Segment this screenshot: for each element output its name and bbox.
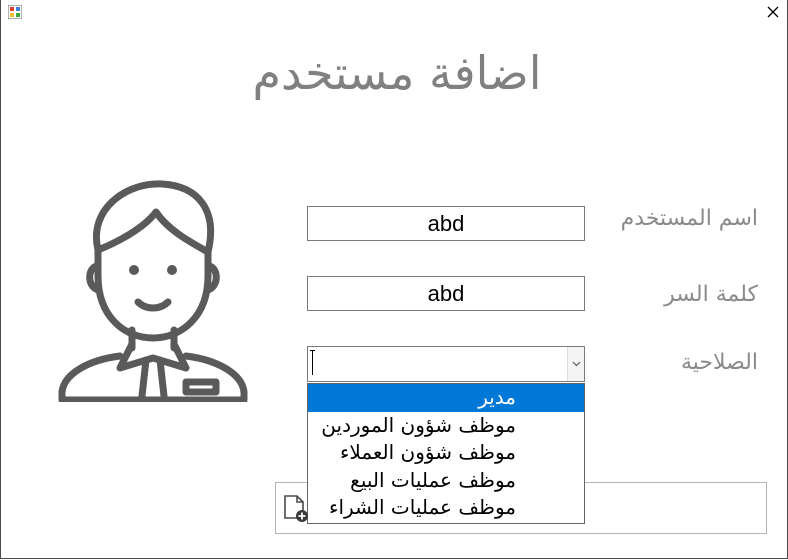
username-field[interactable] xyxy=(307,206,585,241)
chevron-down-icon xyxy=(572,361,580,367)
role-option-sales-staff[interactable]: موظف عمليات البيع xyxy=(308,467,584,495)
role-combobox[interactable] xyxy=(307,346,585,382)
username-label: اسم المستخدم xyxy=(620,206,758,231)
user-avatar-icon xyxy=(58,180,248,402)
close-icon xyxy=(767,6,779,18)
role-option-purchases-staff[interactable]: موظف عمليات الشراء xyxy=(308,494,584,522)
role-dropdown-list: مدير موظف شؤون الموردين موظف شؤون العملا… xyxy=(307,383,585,524)
role-dropdown-button[interactable] xyxy=(567,347,584,381)
close-button[interactable] xyxy=(758,0,788,24)
role-option-suppliers-staff[interactable]: موظف شؤون الموردين xyxy=(308,412,584,440)
page-title: اضافة مستخدم xyxy=(252,46,542,100)
password-label: كلمة السر xyxy=(664,282,758,307)
role-option-manager[interactable]: مدير xyxy=(308,384,584,412)
role-label: الصلاحية xyxy=(680,350,758,375)
app-icon xyxy=(8,5,22,19)
add-document-icon[interactable] xyxy=(283,494,311,524)
password-field[interactable] xyxy=(307,276,585,311)
text-caret xyxy=(312,351,313,375)
role-option-customers-staff[interactable]: موظف شؤون العملاء xyxy=(308,439,584,467)
